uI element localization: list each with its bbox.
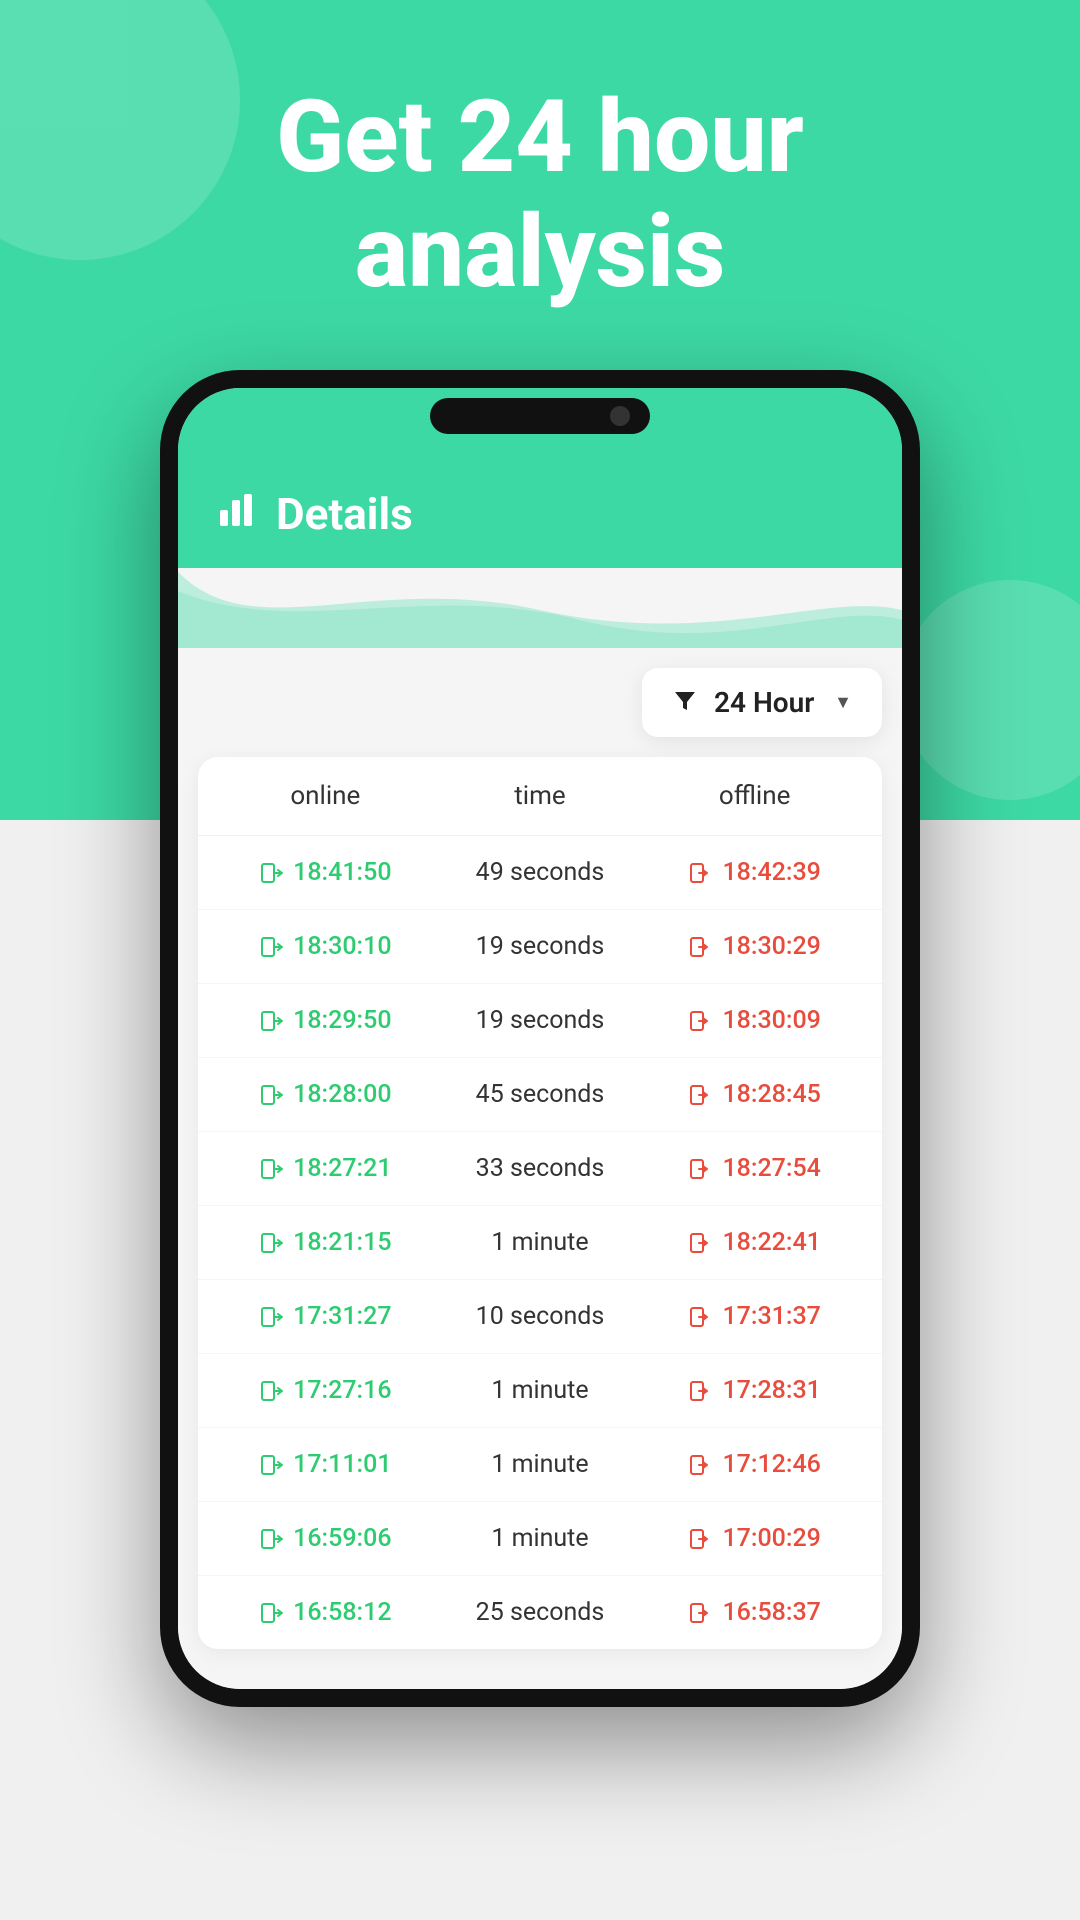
filter-funnel-icon [672, 687, 698, 719]
cell-online-2: 18:29:50 [218, 1006, 433, 1035]
logout-icon [688, 1526, 714, 1552]
filter-label: 24 Hour [714, 686, 818, 719]
cell-offline-7: 17:28:31 [647, 1376, 862, 1405]
table-rows: 18:41:50 49 seconds 18:42:39 18:30:10 19… [198, 836, 882, 1649]
logout-icon [688, 1082, 714, 1108]
cell-time-5: 1 minute [433, 1228, 648, 1257]
logout-icon [688, 860, 714, 886]
cell-offline-4: 18:27:54 [647, 1154, 862, 1183]
logout-icon [688, 1230, 714, 1256]
cell-online-4: 18:27:21 [218, 1154, 433, 1183]
filter-row: 24 Hour ▼ [198, 648, 882, 757]
cell-time-2: 19 seconds [433, 1006, 648, 1035]
filter-dropdown[interactable]: 24 Hour ▼ [642, 668, 882, 737]
login-icon [259, 1526, 285, 1552]
data-table: online time offline 18:41:50 49 seconds [198, 757, 882, 1649]
cell-time-1: 19 seconds [433, 932, 648, 961]
table-row: 18:27:21 33 seconds 18:27:54 [198, 1132, 882, 1206]
table-row: 16:58:12 25 seconds 16:58:37 [198, 1576, 882, 1649]
login-icon [259, 934, 285, 960]
cell-offline-3: 18:28:45 [647, 1080, 862, 1109]
chevron-down-icon: ▼ [834, 692, 852, 713]
cell-offline-8: 17:12:46 [647, 1450, 862, 1479]
table-row: 18:30:10 19 seconds 18:30:29 [198, 910, 882, 984]
hero-line1: Get 24 hour [276, 79, 804, 196]
header-chart-icon [218, 488, 260, 540]
col-header-online: online [218, 781, 433, 811]
phone-wrapper: Details [160, 370, 920, 1707]
cell-online-6: 17:31:27 [218, 1302, 433, 1331]
table-row: 17:11:01 1 minute 17:12:46 [198, 1428, 882, 1502]
cell-time-10: 25 seconds [433, 1598, 648, 1627]
logout-icon [688, 1156, 714, 1182]
table-row: 18:28:00 45 seconds 18:28:45 [198, 1058, 882, 1132]
logout-icon [688, 934, 714, 960]
cell-online-3: 18:28:00 [218, 1080, 433, 1109]
phone-frame: Details [160, 370, 920, 1707]
login-icon [259, 1304, 285, 1330]
cell-time-9: 1 minute [433, 1524, 648, 1553]
login-icon [259, 860, 285, 886]
cell-offline-9: 17:00:29 [647, 1524, 862, 1553]
hero-line2: analysis [355, 194, 726, 311]
login-icon [259, 1082, 285, 1108]
cell-offline-0: 18:42:39 [647, 858, 862, 887]
front-camera [610, 406, 630, 426]
screen-body: 24 Hour ▼ online time offline [178, 648, 902, 1689]
cell-time-3: 45 seconds [433, 1080, 648, 1109]
cell-offline-6: 17:31:37 [647, 1302, 862, 1331]
cell-offline-1: 18:30:29 [647, 932, 862, 961]
table-row: 18:29:50 19 seconds 18:30:09 [198, 984, 882, 1058]
logout-icon [688, 1452, 714, 1478]
phone-screen: Details [178, 388, 902, 1689]
cell-online-1: 18:30:10 [218, 932, 433, 961]
logout-icon [688, 1304, 714, 1330]
cell-online-9: 16:59:06 [218, 1524, 433, 1553]
header-row: Details [218, 468, 862, 540]
screen-title: Details [276, 488, 413, 540]
logout-icon [688, 1600, 714, 1626]
login-icon [259, 1452, 285, 1478]
phone-screen-inner: Details [178, 388, 902, 1689]
cell-online-10: 16:58:12 [218, 1598, 433, 1627]
table-row: 16:59:06 1 minute 17:00:29 [198, 1502, 882, 1576]
login-icon [259, 1378, 285, 1404]
cell-time-7: 1 minute [433, 1376, 648, 1405]
cell-time-6: 10 seconds [433, 1302, 648, 1331]
login-icon [259, 1008, 285, 1034]
login-icon [259, 1156, 285, 1182]
table-row: 18:41:50 49 seconds 18:42:39 [198, 836, 882, 910]
cell-online-7: 17:27:16 [218, 1376, 433, 1405]
table-row: 17:31:27 10 seconds 17:31:37 [198, 1280, 882, 1354]
login-icon [259, 1600, 285, 1626]
cell-online-5: 18:21:15 [218, 1228, 433, 1257]
cell-time-0: 49 seconds [433, 858, 648, 887]
hero-title-block: Get 24 hour analysis [0, 80, 1080, 310]
notch [430, 398, 650, 434]
table-row: 17:27:16 1 minute 17:28:31 [198, 1354, 882, 1428]
cell-offline-2: 18:30:09 [647, 1006, 862, 1035]
table-row: 18:21:15 1 minute 18:22:41 [198, 1206, 882, 1280]
col-header-time: time [433, 781, 648, 811]
cell-online-0: 18:41:50 [218, 858, 433, 887]
logout-icon [688, 1008, 714, 1034]
cell-online-8: 17:11:01 [218, 1450, 433, 1479]
wave-decoration [178, 568, 902, 648]
table-header-row: online time offline [198, 757, 882, 836]
cell-time-8: 1 minute [433, 1450, 648, 1479]
login-icon [259, 1230, 285, 1256]
logout-icon [688, 1378, 714, 1404]
cell-offline-10: 16:58:37 [647, 1598, 862, 1627]
cell-offline-5: 18:22:41 [647, 1228, 862, 1257]
cell-time-4: 33 seconds [433, 1154, 648, 1183]
col-header-offline: offline [647, 781, 862, 811]
